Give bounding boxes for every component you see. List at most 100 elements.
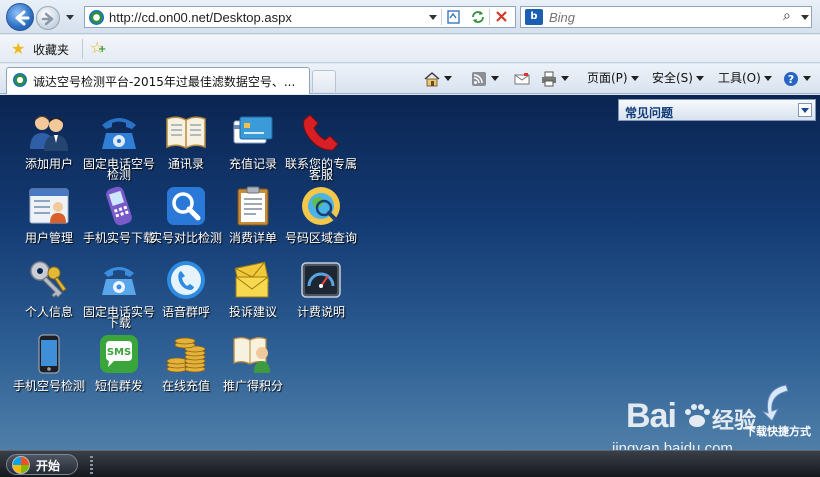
app-label: 号码区域查询 bbox=[284, 231, 357, 245]
safety-menu-label: 安全(S) bbox=[652, 71, 693, 85]
desk-phone-icon bbox=[102, 118, 136, 149]
app-contact-dedicated-support[interactable]: 联系您的专属客服 bbox=[284, 103, 358, 181]
favorites-button[interactable]: 收藏夹 bbox=[33, 41, 69, 58]
compatibility-view-icon[interactable] bbox=[445, 9, 463, 25]
clipboard-icon bbox=[237, 186, 269, 226]
back-button[interactable] bbox=[6, 3, 34, 31]
app-complaints-suggestions[interactable]: 投诉建议 bbox=[216, 251, 290, 325]
app-voice-group-call[interactable]: 语音群呼 bbox=[149, 251, 223, 325]
refresh-icon[interactable] bbox=[469, 9, 487, 25]
keys-icon bbox=[30, 261, 67, 298]
app-add-user[interactable]: 添加用户 bbox=[12, 103, 86, 177]
faq-title: 常见问题 bbox=[625, 106, 674, 120]
app-label: 语音群呼 bbox=[161, 305, 210, 319]
favorites-star-icon[interactable]: ★ bbox=[11, 39, 25, 58]
svg-text:SMS: SMS bbox=[107, 347, 131, 358]
faq-dropdown[interactable]: 常见问题 bbox=[618, 99, 816, 121]
curved-arrow-icon bbox=[761, 384, 789, 422]
add-to-favorites-icon[interactable]: ☆ + bbox=[90, 38, 106, 57]
svg-text:?: ? bbox=[788, 73, 794, 86]
search-box[interactable]: b ⌕ bbox=[520, 6, 812, 28]
gauge-icon bbox=[301, 262, 341, 298]
app-label: 消费详单 bbox=[228, 231, 277, 245]
feeds-button[interactable] bbox=[470, 68, 499, 88]
history-dropdown-icon[interactable] bbox=[66, 15, 74, 20]
stop-icon[interactable] bbox=[493, 9, 511, 25]
app-recharge-records[interactable]: 充值记录 bbox=[216, 103, 290, 177]
arrow-left-icon bbox=[15, 10, 30, 26]
windows-logo-icon bbox=[12, 456, 30, 474]
tools-menu[interactable]: 工具(O) bbox=[718, 68, 772, 88]
address-url[interactable]: http://cd.on00.net/Desktop.aspx bbox=[109, 10, 292, 25]
voice-call-icon bbox=[167, 261, 205, 299]
bing-logo-icon: b bbox=[525, 9, 543, 25]
help-button[interactable]: ? bbox=[782, 68, 811, 88]
browser-tab[interactable]: 诚达空号检测平台-2015年过最佳滤数据空号、... bbox=[6, 67, 310, 94]
divider bbox=[441, 9, 442, 25]
address-book-icon bbox=[166, 116, 206, 149]
address-toolbar: http://cd.on00.net/Desktop.aspx b ⌕ bbox=[0, 0, 820, 34]
app-consumption-details[interactable]: 消费详单 bbox=[216, 177, 290, 251]
new-tab-button[interactable] bbox=[312, 70, 336, 92]
app-landline-real-download[interactable]: 固定电话实号下载 bbox=[82, 251, 156, 329]
help-icon: ? bbox=[782, 71, 800, 87]
app-billing-description[interactable]: 计费说明 bbox=[284, 251, 358, 325]
watermark-url: jingyan.baidu.com bbox=[612, 440, 733, 450]
users-icon bbox=[30, 116, 68, 151]
address-bar[interactable]: http://cd.on00.net/Desktop.aspx bbox=[84, 6, 516, 28]
app-mobile-real-download[interactable]: 手机实号下载 bbox=[82, 177, 156, 251]
app-online-recharge[interactable]: 在线充值 bbox=[149, 325, 223, 399]
mail-icon bbox=[234, 261, 270, 298]
search-input[interactable] bbox=[549, 9, 779, 25]
web-desktop: 添加用户 用户管理 个人信息 手机空号检测 固定电话空号检测 手机实号下载 固定… bbox=[0, 95, 820, 450]
phone-download-icon bbox=[102, 267, 136, 295]
forward-button[interactable] bbox=[36, 6, 60, 30]
home-button[interactable] bbox=[423, 68, 452, 88]
app-label: 添加用户 bbox=[24, 157, 73, 171]
app-label: 投诉建议 bbox=[228, 305, 277, 319]
page-menu[interactable]: 页面(P) bbox=[587, 68, 639, 88]
favorites-bar: ★ 收藏夹 ☆ + bbox=[0, 35, 820, 63]
sms-icon: SMS bbox=[100, 335, 138, 373]
app-label: 通讯录 bbox=[167, 157, 204, 171]
app-sms-broadcast[interactable]: SMS 短信群发 bbox=[82, 325, 156, 399]
address-dropdown-icon[interactable] bbox=[429, 15, 437, 20]
app-label: 个人信息 bbox=[24, 305, 73, 319]
mail-icon bbox=[513, 71, 531, 87]
start-label: 开始 bbox=[36, 459, 61, 473]
shortcut-label: 下载快捷方式 bbox=[745, 425, 811, 438]
command-bar: 诚达空号检测平台-2015年过最佳滤数据空号、... 页面(P) 安全(S) 工… bbox=[0, 64, 820, 94]
print-button[interactable] bbox=[540, 68, 569, 88]
app-real-number-compare[interactable]: 实号对比检测 bbox=[149, 177, 223, 251]
app-label: 充值记录 bbox=[228, 157, 277, 171]
download-shortcut[interactable]: 下载快捷方式 bbox=[738, 381, 818, 441]
app-number-region-lookup[interactable]: 号码区域查询 bbox=[284, 177, 358, 251]
divider bbox=[489, 9, 490, 25]
app-address-book[interactable]: 通讯录 bbox=[149, 103, 223, 177]
search-icon[interactable]: ⌕ bbox=[783, 8, 791, 24]
promote-icon bbox=[233, 337, 270, 373]
read-mail-button[interactable] bbox=[513, 68, 531, 88]
app-personal-info[interactable]: 个人信息 bbox=[12, 251, 86, 325]
app-promote-earn-points[interactable]: 推广得积分 bbox=[216, 325, 290, 399]
chevron-down-icon[interactable] bbox=[798, 103, 812, 117]
watermark-brand: Bai bbox=[626, 397, 677, 435]
app-label: 计费说明 bbox=[296, 305, 345, 319]
taskbar: 开始 bbox=[0, 450, 820, 477]
map-search-icon bbox=[302, 187, 340, 225]
home-icon bbox=[423, 71, 441, 87]
start-button[interactable]: 开始 bbox=[6, 454, 78, 475]
site-favicon-icon bbox=[89, 10, 104, 25]
taskbar-grip[interactable] bbox=[90, 456, 93, 474]
app-user-management[interactable]: 用户管理 bbox=[12, 177, 86, 251]
phone-handset-icon bbox=[303, 114, 339, 151]
user-card-icon bbox=[29, 188, 69, 224]
mobile-phone-icon bbox=[106, 186, 132, 226]
app-landline-empty-check[interactable]: 固定电话空号检测 bbox=[82, 103, 156, 181]
app-label: 在线充值 bbox=[161, 379, 210, 393]
arrow-right-icon bbox=[41, 12, 54, 26]
search-dropdown-icon[interactable] bbox=[801, 15, 809, 20]
app-mobile-empty-check[interactable]: 手机空号检测 bbox=[12, 325, 86, 399]
safety-menu[interactable]: 安全(S) bbox=[652, 68, 704, 88]
tab-title: 诚达空号检测平台-2015年过最佳滤数据空号、... bbox=[33, 75, 296, 89]
